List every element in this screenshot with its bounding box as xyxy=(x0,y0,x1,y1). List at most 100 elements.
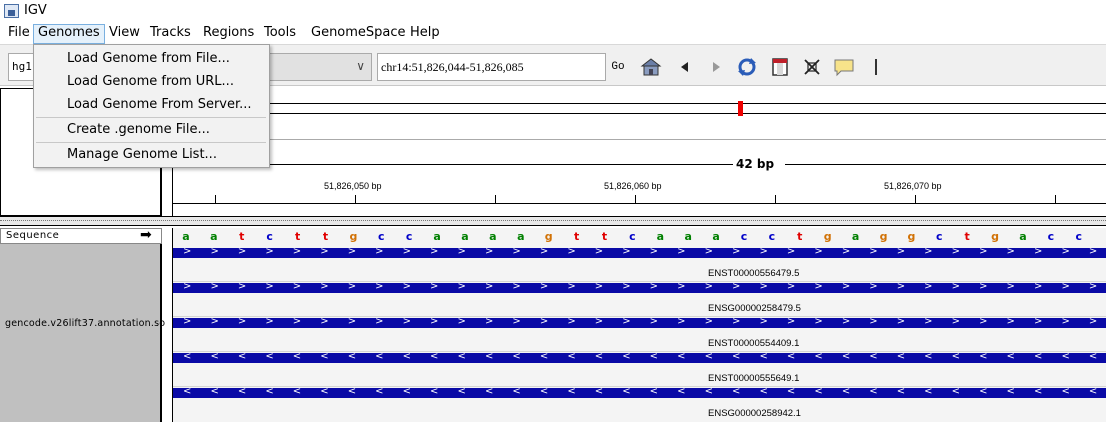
menu-separator xyxy=(36,142,266,143)
resize-icon[interactable] xyxy=(801,57,823,77)
menu-genomespace[interactable]: GenomeSpace xyxy=(307,24,410,44)
feature-bar[interactable]: > > > > > > > > > > > > > > > > > > > > … xyxy=(173,283,1106,293)
forward-arrow-icon[interactable] xyxy=(705,57,727,77)
sequence-base: a xyxy=(517,230,525,243)
sequence-base: a xyxy=(684,230,692,243)
feature-label: ENSG00000258479.5 xyxy=(708,303,801,314)
menu-item-manage-genome-list[interactable]: Manage Genome List... xyxy=(67,145,217,165)
sequence-base: c xyxy=(740,230,748,243)
ruler-tick-label: 51,826,050 bp xyxy=(324,181,382,191)
sequence-base: a xyxy=(182,230,190,243)
menu-item-load-genome-file[interactable]: Load Genome from File... xyxy=(67,49,230,69)
sequence-base: t xyxy=(797,230,803,243)
feature-label: ENSG00000258942.1 xyxy=(708,408,801,419)
sequence-base: c xyxy=(266,230,273,243)
refresh-icon[interactable] xyxy=(736,57,758,77)
sequence-base: g xyxy=(907,230,916,243)
chromosome-dropdown[interactable]: ∨ xyxy=(266,53,372,81)
row-separator xyxy=(173,351,1106,352)
sequence-base: g xyxy=(823,230,832,243)
feature-bar[interactable]: < < < < < < < < < < < < < < < < < < < < … xyxy=(173,353,1106,363)
ruler-baseline xyxy=(173,203,1106,204)
sequence-base: c xyxy=(405,230,413,243)
chromosome-outline-bottom xyxy=(173,113,1106,114)
sequence-base: a xyxy=(210,230,218,243)
strand-chevrons: > > > > > > > > > > > > > > > > > > > > … xyxy=(183,283,1106,292)
menu-file[interactable]: File xyxy=(4,24,34,44)
sequence-base: g xyxy=(544,230,553,243)
sequence-base: a xyxy=(851,230,860,243)
ruler-line-icon[interactable] xyxy=(866,57,888,77)
sequence-base: g xyxy=(879,230,888,243)
menu-genomes[interactable]: Genomes xyxy=(33,24,105,44)
go-button[interactable]: Go xyxy=(607,53,629,81)
sequence-base: g xyxy=(349,230,358,243)
window-title: IGV xyxy=(24,3,47,18)
genome-dropdown[interactable]: hg1 xyxy=(8,53,36,81)
region-of-interest-icon[interactable] xyxy=(769,57,791,77)
sequence-base: c xyxy=(629,230,636,243)
sequence-base: a xyxy=(433,230,441,243)
row-separator xyxy=(173,316,1106,317)
genomes-dropdown-menu: Load Genome from File... Load Genome fro… xyxy=(33,44,270,168)
ruler-tick-label: 51,826,060 bp xyxy=(604,181,662,191)
sequence-base: t xyxy=(239,230,245,243)
back-arrow-icon[interactable] xyxy=(674,57,696,77)
feature-label: ENST00000555649.1 xyxy=(708,373,800,384)
menu-help[interactable]: Help xyxy=(406,24,444,44)
sequence-base: a xyxy=(489,230,497,243)
sequence-base: c xyxy=(768,230,776,243)
sequence-base: g xyxy=(991,230,1000,243)
sequence-base: t xyxy=(573,230,580,243)
menu-item-load-genome-server[interactable]: Load Genome From Server... xyxy=(67,95,252,115)
sequence-base: c xyxy=(1075,230,1083,243)
strand-chevrons: < < < < < < < < < < < < < < < < < < < < … xyxy=(183,353,1106,362)
ideogram-ruler-panel xyxy=(172,88,1106,216)
feature-label: ENST00000554409.1 xyxy=(708,338,800,349)
sequence-track-name[interactable]: Sequence xyxy=(0,228,162,244)
current-locus-marker[interactable] xyxy=(738,101,743,116)
row-separator xyxy=(173,386,1106,387)
chevron-down-icon: ∨ xyxy=(356,59,365,73)
menu-tracks[interactable]: Tracks xyxy=(146,24,195,44)
igv-app-icon xyxy=(4,4,19,18)
locus-search-input[interactable]: chr14:51,826,044-51,826,085 xyxy=(377,53,606,81)
menu-tools[interactable]: Tools xyxy=(260,24,300,44)
home-icon[interactable] xyxy=(640,57,662,77)
sequence-base: t xyxy=(322,230,329,243)
sequence-base: t xyxy=(964,230,970,243)
feature-label: ENST00000556479.5 xyxy=(708,268,800,279)
sequence-base: c xyxy=(936,230,943,243)
strand-arrow-icon[interactable]: ➡ xyxy=(140,227,152,243)
sequence-base: t xyxy=(294,230,301,243)
feature-bar[interactable]: < < < < < < < < < < < < < < < < < < < < … xyxy=(173,388,1106,398)
chromosome-band-line xyxy=(173,139,1106,140)
sequence-base: a xyxy=(461,230,469,243)
popup-info-icon[interactable] xyxy=(833,57,855,77)
strand-chevrons: < < < < < < < < < < < < < < < < < < < < … xyxy=(183,388,1106,397)
feature-bar[interactable]: > > > > > > > > > > > > > > > > > > > > … xyxy=(173,248,1106,258)
title-bar: IGV xyxy=(0,0,1106,22)
strand-chevrons: > > > > > > > > > > > > > > > > > > > > … xyxy=(183,248,1106,257)
menu-bar: File Genomes View Tracks Regions Tools G… xyxy=(0,22,1106,44)
panel-divider[interactable] xyxy=(0,216,1106,226)
sequence-base: a xyxy=(656,230,665,243)
menu-separator xyxy=(36,117,266,118)
menu-view[interactable]: View xyxy=(105,24,144,44)
row-separator xyxy=(173,281,1106,282)
sequence-base: a xyxy=(1019,230,1027,243)
menu-regions[interactable]: Regions xyxy=(199,24,258,44)
span-label: 42 bp xyxy=(736,157,775,171)
feature-bar[interactable]: > > > > > > > > > > > > > > > > > > > > … xyxy=(173,318,1106,328)
sequence-base: a xyxy=(712,230,720,243)
menu-item-create-genome-file[interactable]: Create .genome File... xyxy=(67,120,210,140)
strand-chevrons: > > > > > > > > > > > > > > > > > > > > … xyxy=(183,318,1106,327)
chromosome-outline-top xyxy=(173,103,1106,104)
menu-item-load-genome-url[interactable]: Load Genome from URL... xyxy=(67,72,234,92)
sequence-base: c xyxy=(1047,230,1055,243)
annotation-track-name-panel[interactable] xyxy=(0,244,162,422)
span-line-right xyxy=(785,164,1106,165)
sequence-base: c xyxy=(378,230,385,243)
sequence-base: t xyxy=(601,230,608,243)
annotation-track-name: gencode.v26lift37.annotation.so xyxy=(5,318,166,329)
